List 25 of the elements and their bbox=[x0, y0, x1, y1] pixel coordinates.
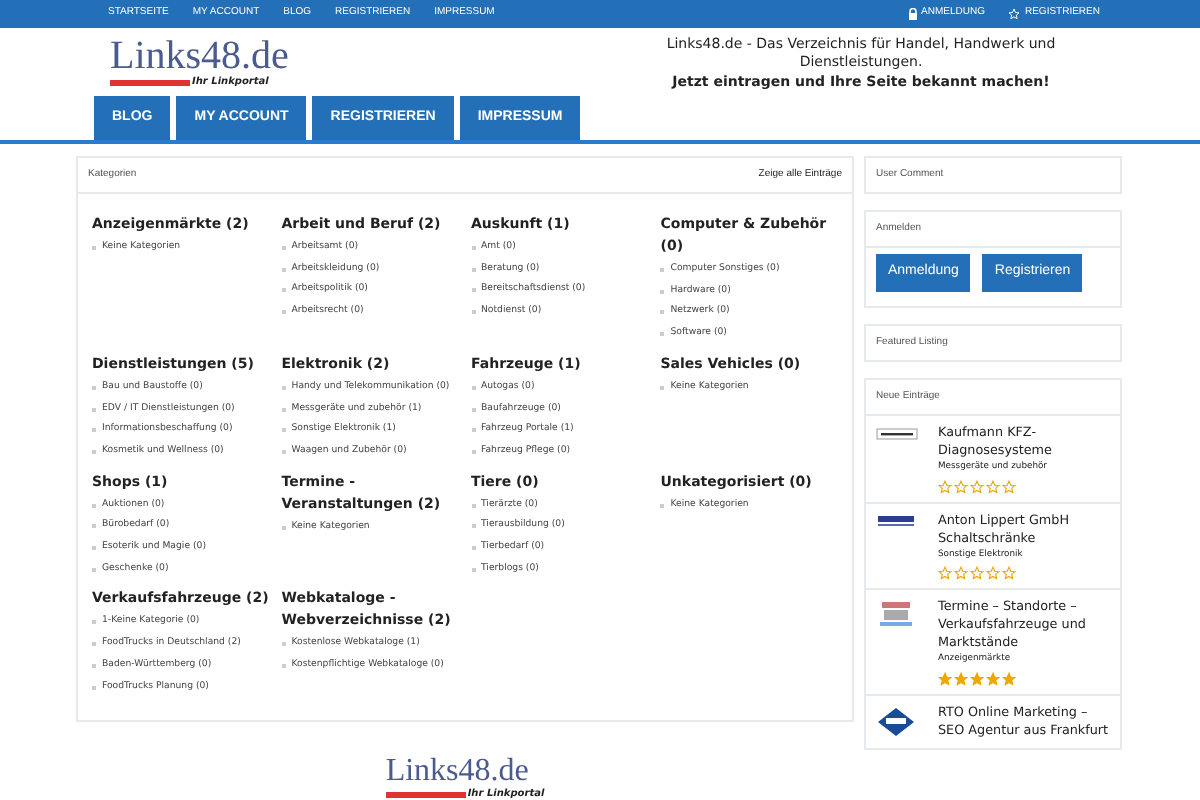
bullet-icon bbox=[281, 664, 286, 669]
company-logo-icon bbox=[878, 707, 914, 736]
bullet-icon bbox=[281, 407, 286, 412]
bullet-icon bbox=[660, 289, 665, 294]
bullet-icon bbox=[660, 503, 665, 508]
bullet-icon bbox=[660, 385, 665, 390]
bullet-icon bbox=[281, 642, 286, 647]
bullet-icon bbox=[281, 428, 286, 433]
bullet-icon bbox=[281, 385, 286, 390]
bullet-icon bbox=[281, 449, 286, 454]
logo-title: Links48.de bbox=[385, 755, 529, 788]
bullet-icon bbox=[281, 525, 286, 530]
company-logo-icon bbox=[880, 602, 912, 627]
bullet-icon bbox=[660, 310, 665, 315]
bullet-icon bbox=[281, 267, 286, 272]
company-logo-icon bbox=[878, 515, 914, 526]
underline-stroke bbox=[385, 791, 466, 798]
bullet-icon bbox=[281, 310, 286, 315]
company-logo-icon bbox=[875, 428, 917, 440]
bullet-icon bbox=[281, 288, 286, 293]
bullet-icon bbox=[660, 332, 665, 337]
star-icon bbox=[1008, 8, 1021, 20]
underline-stroke bbox=[110, 80, 190, 86]
lock-icon bbox=[907, 8, 918, 20]
logo-title: Links48.de bbox=[110, 36, 289, 76]
